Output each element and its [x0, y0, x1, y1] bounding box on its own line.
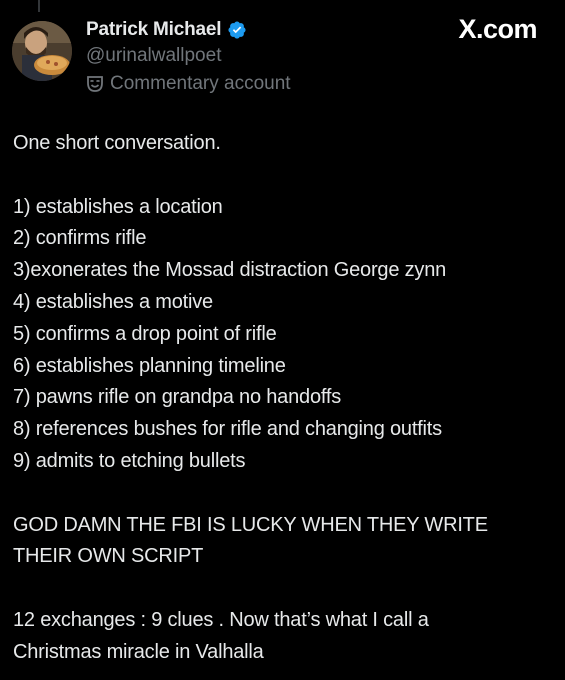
display-name[interactable]: Patrick Michael [86, 19, 222, 41]
list-item: 6) establishes planning timeline [13, 354, 286, 377]
list-item: 3)exonerates the Mossad distraction Geor… [13, 259, 447, 282]
list-item: 8) references bushes for rifle and chang… [13, 418, 442, 441]
name-row: Patrick Michael [86, 18, 291, 42]
avatar[interactable] [12, 21, 72, 81]
post-closing-line: 12 exchanges : 9 clues . Now that’s what… [13, 608, 429, 631]
list-item: 7) pawns rifle on grandpa no handoffs [13, 386, 342, 409]
user-handle[interactable]: @urinalwallpoet [86, 45, 291, 69]
list-item: 5) confirms a drop point of rifle [13, 322, 277, 345]
site-watermark: X.com [458, 14, 537, 44]
account-label: Commentary account [86, 72, 291, 96]
post-header: Patrick Michael @urinalwallpoet Commenta… [86, 18, 291, 96]
post-closing-line: Christmas miracle in Valhalla [13, 640, 264, 663]
avatar-photo [12, 21, 72, 81]
post-intro: One short conversation. [13, 132, 221, 154]
verified-badge-icon [227, 20, 247, 40]
list-item: 9) admits to etching bullets [13, 449, 246, 472]
post-shout-line: THEIR OWN SCRIPT [13, 545, 204, 568]
post-body: One short conversation. 1) establishes a… [13, 128, 558, 669]
account-label-text: Commentary account [110, 73, 291, 94]
thread-connector-line [38, 0, 40, 12]
list-item: 1) establishes a location [13, 195, 223, 218]
post-shout-line: GOD DAMN THE FBI IS LUCKY WHEN THEY WRIT… [13, 513, 488, 536]
theater-mask-icon [86, 75, 104, 93]
list-item: 4) establishes a motive [13, 290, 213, 313]
list-item: 2) confirms rifle [13, 227, 147, 250]
